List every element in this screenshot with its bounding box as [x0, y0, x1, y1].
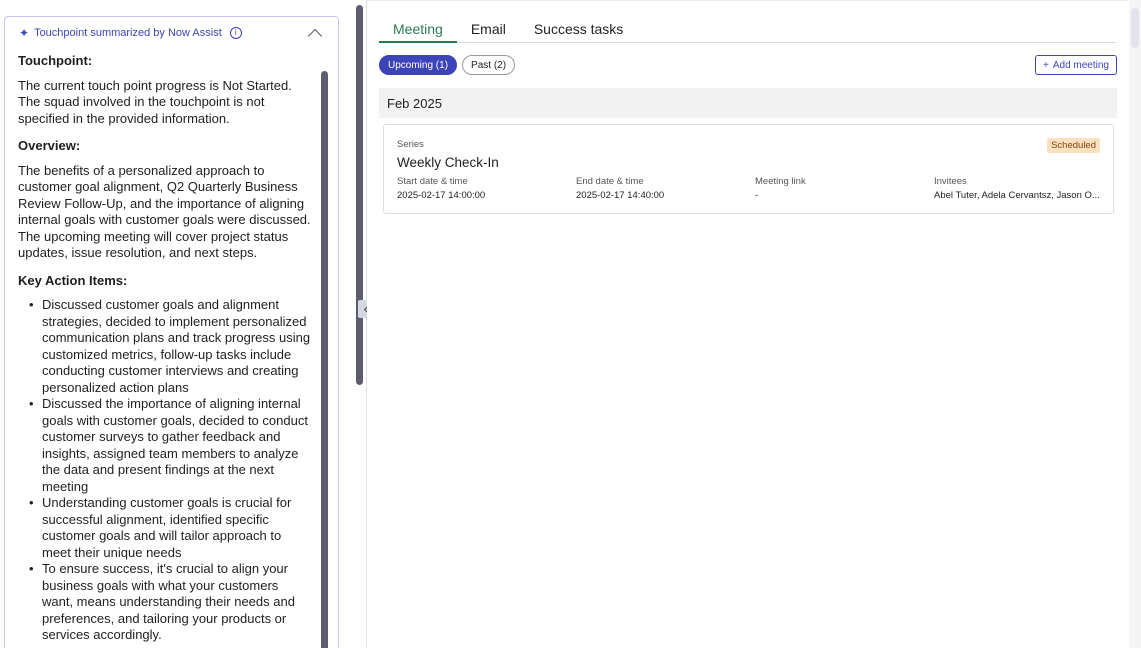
summary-title: Touchpoint summarized by Now Assist — [34, 27, 222, 39]
page-scrollbar-thumb[interactable] — [1131, 8, 1139, 48]
touchpoint-heading: Touchpoint: — [18, 53, 93, 68]
summary-card: ✦ Touchpoint summarized by Now Assist i … — [4, 16, 339, 648]
tab-meeting[interactable]: Meeting — [379, 15, 457, 43]
list-item: Understanding customer goals is crucial … — [29, 495, 312, 561]
summary-scrollbar[interactable] — [321, 71, 328, 648]
summary-header[interactable]: ✦ Touchpoint summarized by Now Assist i — [5, 17, 338, 49]
overview-text: The benefits of a personalized approach … — [18, 162, 311, 261]
start-field: Start date & time 2025-02-17 14:00:00 — [397, 175, 485, 203]
list-item: To ensure success, it's crucial to align… — [29, 561, 312, 644]
tab-bar: Meeting Email Success tasks — [379, 15, 1116, 43]
month-group-header: Feb 2025 — [379, 88, 1117, 118]
invitees-label: Invitees — [934, 176, 967, 187]
action-heading: Key Action Items: — [18, 272, 128, 288]
tab-email[interactable]: Email — [457, 15, 520, 43]
add-meeting-label: Add meeting — [1052, 59, 1109, 71]
invitees-value: Abel Tuter, Adela Cervantsz, Jason O... — [934, 190, 1100, 201]
start-value: 2025-02-17 14:00:00 — [397, 190, 486, 201]
end-label: End date & time — [576, 176, 644, 187]
info-icon[interactable]: i — [229, 27, 242, 39]
page-scrollbar[interactable] — [1129, 0, 1141, 648]
meeting-card[interactable]: Series Weekly Check-In Scheduled Start d… — [383, 124, 1114, 214]
series-label: Series — [397, 139, 424, 150]
filter-upcoming[interactable]: Upcoming (1) — [379, 55, 458, 75]
filter-past[interactable]: Past (2) — [462, 55, 516, 75]
meeting-filters: Upcoming (1) Past (2) — [379, 55, 516, 75]
sparkle-icon: ✦ — [19, 26, 30, 40]
list-item: Discussed customer goals and alignment s… — [29, 297, 312, 396]
link-label: Meeting link — [755, 176, 806, 187]
plus-icon: + — [1043, 59, 1049, 71]
status-badge: Scheduled — [1047, 138, 1100, 153]
chevron-up-icon[interactable] — [307, 28, 323, 43]
touchpoint-text: The current touch point progress is Not … — [18, 77, 292, 126]
list-item: Discussed the importance of aligning int… — [29, 396, 312, 495]
overview-heading: Overview: — [18, 138, 81, 153]
summary-body: Touchpoint: The current touch point prog… — [5, 49, 338, 644]
link-value[interactable]: - — [755, 189, 806, 203]
tab-success-tasks[interactable]: Success tasks — [520, 15, 637, 43]
action-list: Discussed customer goals and alignment s… — [18, 297, 312, 644]
invitees-field: Invitees Abel Tuter, Adela Cervantsz, Ja… — [934, 175, 1100, 203]
end-value: 2025-02-17 14:40:00 — [576, 190, 665, 201]
start-label: Start date & time — [397, 176, 468, 187]
right-panel: Meeting Email Success tasks Upcoming (1)… — [367, 0, 1129, 648]
meeting-title[interactable]: Weekly Check-In — [397, 155, 499, 170]
left-panel: ✦ Touchpoint summarized by Now Assist i … — [0, 0, 366, 648]
add-meeting-button[interactable]: + Add meeting — [1035, 55, 1117, 75]
left-panel-scrollbar[interactable] — [356, 5, 363, 385]
end-field: End date & time 2025-02-17 14:40:00 — [576, 175, 664, 203]
link-field: Meeting link - — [755, 175, 806, 203]
